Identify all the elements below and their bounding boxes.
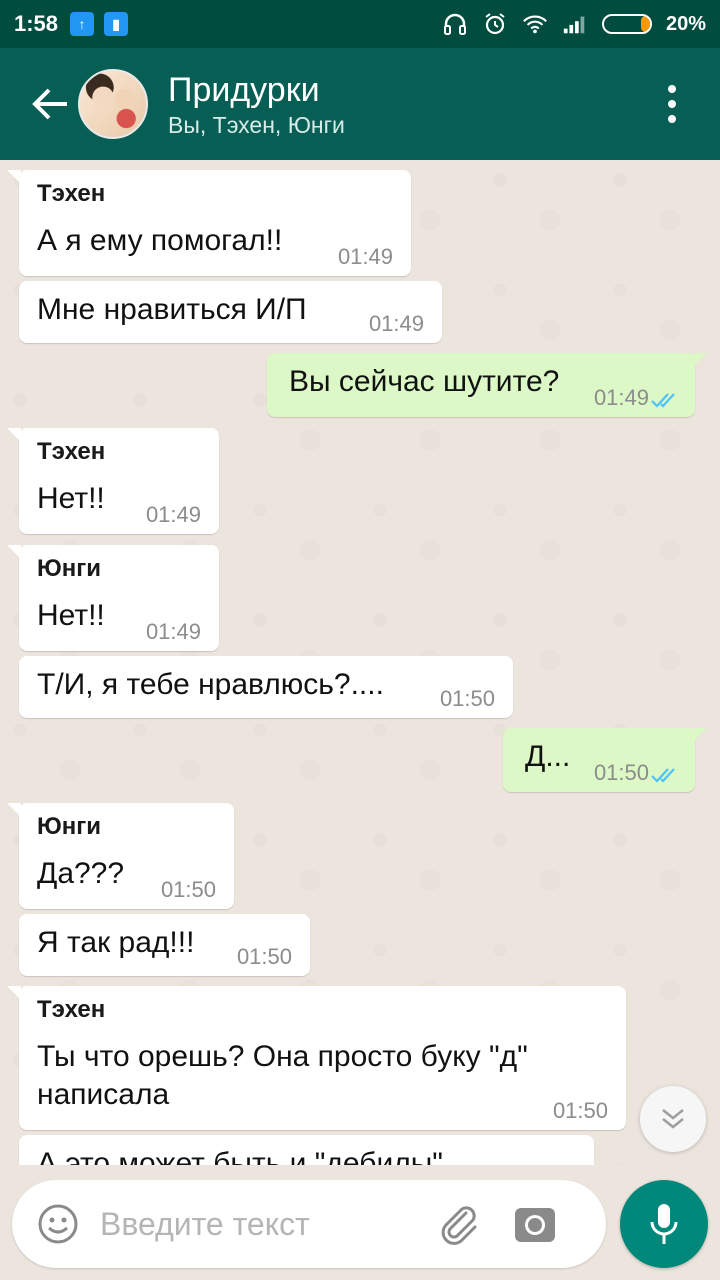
message-sender: Тэхен (37, 438, 106, 465)
more-vert-icon[interactable] (652, 74, 692, 134)
status-time: 1:58 (14, 11, 59, 36)
chevron-down-icon (662, 1109, 684, 1129)
double-check-icon (651, 768, 675, 783)
attach-button[interactable] (434, 1199, 484, 1249)
emoji-button[interactable] (34, 1200, 82, 1248)
upload-notification-icon: ↑ (70, 12, 95, 36)
wifi-icon (522, 13, 548, 35)
message-time: 01:50 (552, 1098, 608, 1123)
message-bubble-incoming[interactable]: Юнги Нет!! 01:49 (7, 545, 219, 651)
message-bubble-incoming[interactable]: А это может быть и "дебилы" (19, 1135, 594, 1165)
battery-level (640, 16, 650, 32)
signal-icon (562, 13, 588, 35)
mic-icon (650, 1204, 678, 1244)
headphones-icon (442, 13, 468, 35)
chat-header: Придурки Вы, Тэхен, Юнги (0, 48, 720, 160)
app-notification-icon: ▮ (104, 12, 129, 36)
voice-record-button[interactable] (620, 1180, 708, 1268)
message-time: 01:49 (337, 244, 393, 269)
battery-icon (601, 14, 652, 34)
chat-title: Придурки (168, 70, 320, 109)
alarm-icon (482, 13, 508, 35)
message-bubble-outgoing[interactable]: Вы сейчас шутите? 01:49 (267, 353, 707, 417)
message-bubble-incoming[interactable]: Юнги Да??? 01:50 (7, 803, 234, 909)
message-sender: Тэхен (37, 996, 106, 1023)
battery-percent: 20% (665, 12, 706, 35)
message-text: Т/И, я тебе нравлюсь?.... (37, 668, 384, 701)
message-composer (12, 1180, 606, 1268)
message-time: 01:49 (368, 311, 424, 336)
message-bubble-incoming[interactable]: Тэхен Ты что орешь? Она просто буку "д" … (7, 986, 626, 1130)
chat-participants: Вы, Тэхен, Юнги (168, 111, 345, 138)
notification-icons: ↑ ▮ (70, 12, 129, 36)
message-bubble-outgoing[interactable]: Д... 01:50 (503, 728, 707, 792)
message-time: 01:49 (145, 502, 201, 527)
message-bubble-incoming[interactable]: Мне нравиться И/П 01:49 (19, 281, 442, 343)
message-time: 01:50 (236, 944, 292, 969)
paperclip-icon (441, 1206, 477, 1245)
message-text: Ты что орешь? Она просто буку "д" написа… (37, 1040, 528, 1111)
message-time: 01:49 (593, 385, 649, 410)
message-bubble-incoming[interactable]: Тэхен А я ему помогал!! 01:49 (7, 170, 411, 276)
message-sender: Тэхен (37, 180, 106, 207)
message-sender: Юнги (37, 555, 101, 582)
double-check-icon (651, 393, 675, 408)
message-sender: Юнги (37, 813, 101, 840)
camera-icon (515, 1208, 555, 1242)
back-arrow-icon (32, 88, 67, 120)
group-avatar[interactable] (78, 69, 148, 139)
message-bubble-incoming[interactable]: Я так рад!!! 01:50 (19, 914, 310, 976)
message-bubble-incoming[interactable]: Т/И, я тебе нравлюсь?.... 01:50 (19, 656, 513, 718)
message-text: Мне нравиться И/П (37, 293, 307, 326)
message-text: А это может быть и "дебилы" (37, 1147, 443, 1165)
camera-button[interactable] (510, 1199, 560, 1249)
emoji-icon (38, 1204, 78, 1244)
status-right: 20% (442, 13, 706, 36)
chat-titles[interactable]: Придурки Вы, Тэхен, Юнги (168, 70, 345, 139)
message-time: 01:49 (145, 619, 201, 644)
message-time: 01:50 (593, 760, 649, 785)
message-time: 01:50 (439, 686, 495, 711)
scroll-to-bottom-button[interactable] (640, 1086, 706, 1152)
back-button[interactable] (18, 72, 82, 136)
message-input[interactable] (100, 1205, 430, 1243)
message-time: 01:50 (160, 877, 216, 902)
message-list[interactable]: Тэхен А я ему помогал!! 01:49 Мне нравит… (0, 160, 720, 1165)
status-bar: 1:58 ↑ ▮ 20% (0, 0, 720, 48)
message-bubble-incoming[interactable]: Тэхен Нет!! 01:49 (7, 428, 219, 534)
